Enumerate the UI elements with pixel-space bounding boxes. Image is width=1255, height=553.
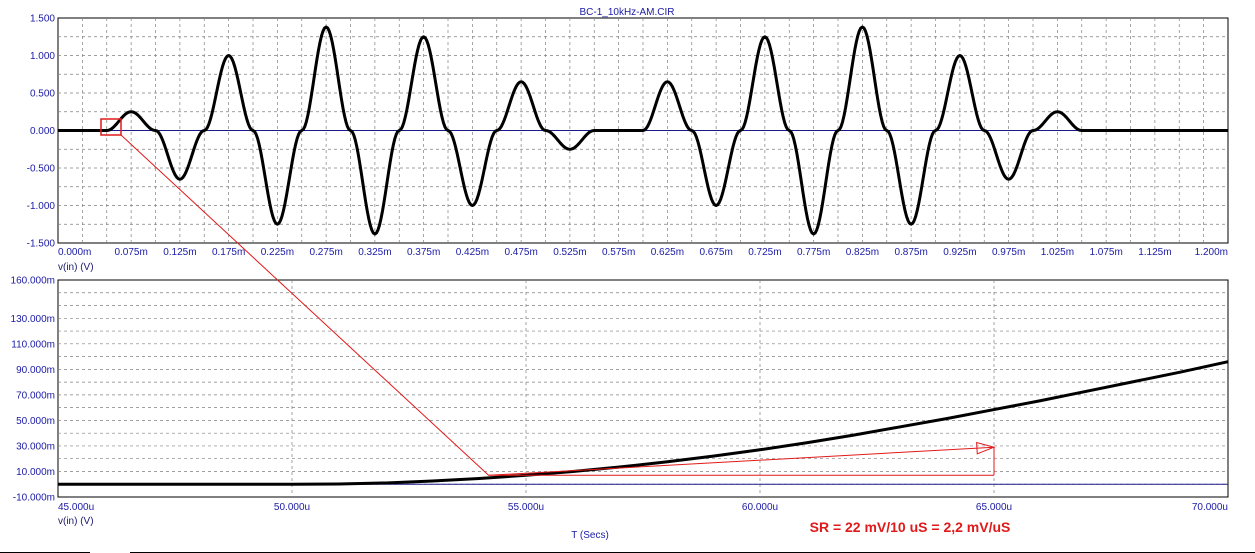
bottom-x-tick-label: 50.000u (274, 502, 310, 513)
zoom-callout (100, 118, 996, 476)
top-x-tick-label: 0.275m (309, 247, 342, 258)
bottom-y-tick-label: 160.000m (11, 276, 55, 287)
bottom-y-tick-label: 90.000m (16, 365, 55, 376)
top-y-tick-label: 1.000 (30, 51, 55, 62)
top-x-tick-label: 0.000m (58, 247, 91, 258)
bottom-plot-ylabel: v(in) (V) (58, 516, 94, 527)
top-y-tick-label: 0.000 (30, 126, 55, 137)
top-y-tick-label: 1.500 (30, 14, 55, 25)
top-x-tick-label: 0.125m (163, 247, 196, 258)
bottom-y-tick-label: 30.000m (16, 441, 55, 452)
top-plot-ylabel: v(in) (V) (58, 262, 94, 273)
top-x-tick-label: 0.575m (602, 247, 635, 258)
window-title: BC-1_10kHz-AM.CIR (579, 7, 674, 18)
bottom-plot: 160.000m 130.000m 110.000m 90.000m 70.000m 50… (11, 276, 1229, 541)
bottom-y-tick-label: 10.000m (16, 467, 55, 478)
top-y-tick-label: -1.000 (27, 201, 56, 212)
bottom-x-tick-label: 60.000u (742, 502, 778, 513)
top-y-tick-label: -0.500 (27, 164, 56, 175)
bottom-y-tick-label: -10.000m (13, 493, 55, 504)
zoom-pointer-line (120, 134, 489, 476)
bottom-y-tick-label: 110.000m (11, 339, 55, 350)
top-plot-y-tick-labels: 1.500 1.000 0.500 0.000 -0.500 -1.000 -1.500 (27, 14, 56, 250)
bottom-plot-xlabel: T (Secs) (571, 530, 609, 541)
top-x-tick-label: 0.375m (407, 247, 440, 258)
top-x-tick-label: 0.725m (748, 247, 781, 258)
top-x-tick-label: 0.225m (261, 247, 294, 258)
bottom-x-tick-label: 55.000u (508, 502, 544, 513)
top-x-tick-label: 0.325m (358, 247, 391, 258)
top-x-tick-label: 0.975m (992, 247, 1025, 258)
top-x-tick-label: 1.075m (1089, 247, 1122, 258)
top-plot-x-tick-labels: 0.000m 0.075m 0.125m 0.175m 0.225m 0.275m 0.32… (58, 247, 1228, 258)
simulation-plot-window: BC-1_10kHz-AM.CIR 1.500 1.000 0.500 0.000 -0… (11, 7, 1229, 541)
top-x-tick-label: 0.525m (553, 247, 586, 258)
bottom-plot-trace (58, 360, 1229, 486)
top-x-tick-label: 0.475m (504, 247, 537, 258)
top-plot: 1.500 1.000 0.500 0.000 -0.500 -1.000 -1.500 0… (27, 14, 1229, 273)
bottom-plot-y-tick-labels: 160.000m 130.000m 110.000m 90.000m 70.000m 50… (11, 276, 55, 504)
top-x-tick-label: 1.200m (1195, 247, 1228, 258)
top-x-tick-label: 0.925m (943, 247, 976, 258)
bottom-plot-x-tick-labels: 45.000u 50.000u 55.000u 60.000u 65.000u 70.00… (58, 502, 1228, 513)
top-y-tick-label: 0.500 (30, 89, 55, 100)
slew-rate-annotation: SR = 22 mV/10 uS = 2,2 mV/uS (810, 519, 1011, 535)
top-x-tick-label: 0.675m (699, 247, 732, 258)
bottom-x-tick-label: 65.000u (976, 502, 1012, 513)
top-x-tick-label: 1.125m (1138, 247, 1171, 258)
top-x-tick-label: 0.075m (114, 247, 147, 258)
top-x-tick-label: 0.875m (894, 247, 927, 258)
top-x-tick-label: 1.025m (1041, 247, 1074, 258)
top-x-tick-label: 0.425m (456, 247, 489, 258)
top-x-tick-label: 0.175m (212, 247, 245, 258)
bottom-y-tick-label: 130.000m (11, 314, 55, 325)
top-x-tick-label: 0.775m (797, 247, 830, 258)
bottom-y-tick-label: 50.000m (16, 416, 55, 427)
top-y-tick-label: -1.500 (27, 239, 56, 250)
bottom-y-tick-label: 70.000m (16, 390, 55, 401)
top-x-tick-label: 0.825m (846, 247, 879, 258)
bottom-x-tick-label: 45.000u (58, 502, 94, 513)
top-x-tick-label: 0.625m (651, 247, 684, 258)
bottom-x-tick-label: 70.000u (1192, 502, 1228, 513)
